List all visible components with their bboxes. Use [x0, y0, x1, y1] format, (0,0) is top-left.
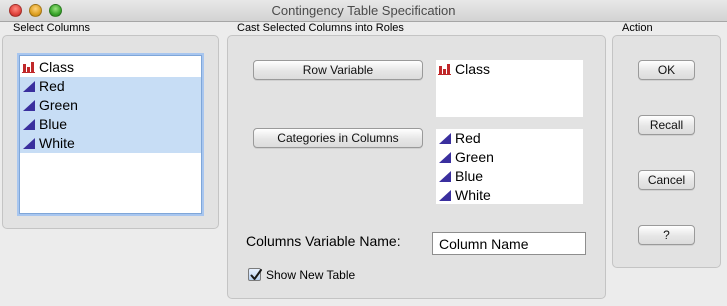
- continuous-triangle-icon: [438, 152, 452, 163]
- list-item-label: Class: [39, 59, 75, 75]
- checkmark-icon: [250, 269, 262, 280]
- show-new-table-checkbox[interactable]: [248, 268, 262, 281]
- cancel-button[interactable]: Cancel: [638, 170, 695, 190]
- window-title: Contingency Table Specification: [271, 3, 456, 18]
- list-item[interactable]: White: [436, 186, 583, 205]
- categories-in-columns-button[interactable]: Categories in Columns: [253, 128, 423, 148]
- list-item[interactable]: Green: [436, 148, 583, 167]
- list-item-label: Blue: [39, 116, 68, 132]
- list-item-label: Red: [39, 78, 65, 94]
- columns-variable-name-label: Columns Variable Name:: [246, 233, 401, 249]
- list-item[interactable]: Red: [20, 77, 201, 96]
- row-variable-button[interactable]: Row Variable: [253, 60, 423, 80]
- continuous-triangle-icon: [438, 171, 452, 182]
- list-item[interactable]: Class: [20, 58, 201, 77]
- title-bar: Contingency Table Specification: [0, 0, 727, 22]
- list-item[interactable]: Green: [20, 96, 201, 115]
- row-variable-list[interactable]: Class: [436, 60, 583, 117]
- show-new-table-label: Show New Table: [266, 268, 356, 282]
- list-item[interactable]: Red: [436, 129, 583, 148]
- continuous-triangle-icon: [438, 133, 452, 144]
- select-columns-caption: Select Columns: [13, 22, 91, 34]
- list-item[interactable]: White: [20, 134, 201, 153]
- continuous-triangle-icon: [22, 119, 36, 130]
- help-button[interactable]: ?: [638, 225, 695, 245]
- action-caption: Action: [622, 22, 653, 34]
- continuous-triangle-icon: [22, 138, 36, 149]
- list-item[interactable]: Class: [436, 60, 583, 79]
- continuous-triangle-icon: [22, 100, 36, 111]
- list-item-label: White: [455, 187, 491, 203]
- list-item-label: Red: [455, 130, 481, 146]
- list-item-label: Green: [39, 97, 78, 113]
- select-columns-list[interactable]: Class Red Green Blue White: [19, 55, 202, 214]
- continuous-triangle-icon: [22, 81, 36, 92]
- list-item[interactable]: Blue: [20, 115, 201, 134]
- categories-list[interactable]: Red Green Blue White: [436, 129, 583, 204]
- list-item[interactable]: Blue: [436, 167, 583, 186]
- columns-variable-name-field[interactable]: [432, 232, 586, 255]
- continuous-triangle-icon: [438, 190, 452, 201]
- nominal-bar-icon: [438, 64, 452, 75]
- list-item-label: Blue: [455, 168, 484, 184]
- ok-button[interactable]: OK: [638, 60, 695, 80]
- list-item-label: Green: [455, 149, 494, 165]
- nominal-bar-icon: [22, 62, 36, 73]
- list-item-label: White: [39, 135, 75, 151]
- roles-caption: Cast Selected Columns into Roles: [237, 22, 404, 34]
- list-item-label: Class: [455, 61, 491, 77]
- recall-button[interactable]: Recall: [638, 115, 695, 135]
